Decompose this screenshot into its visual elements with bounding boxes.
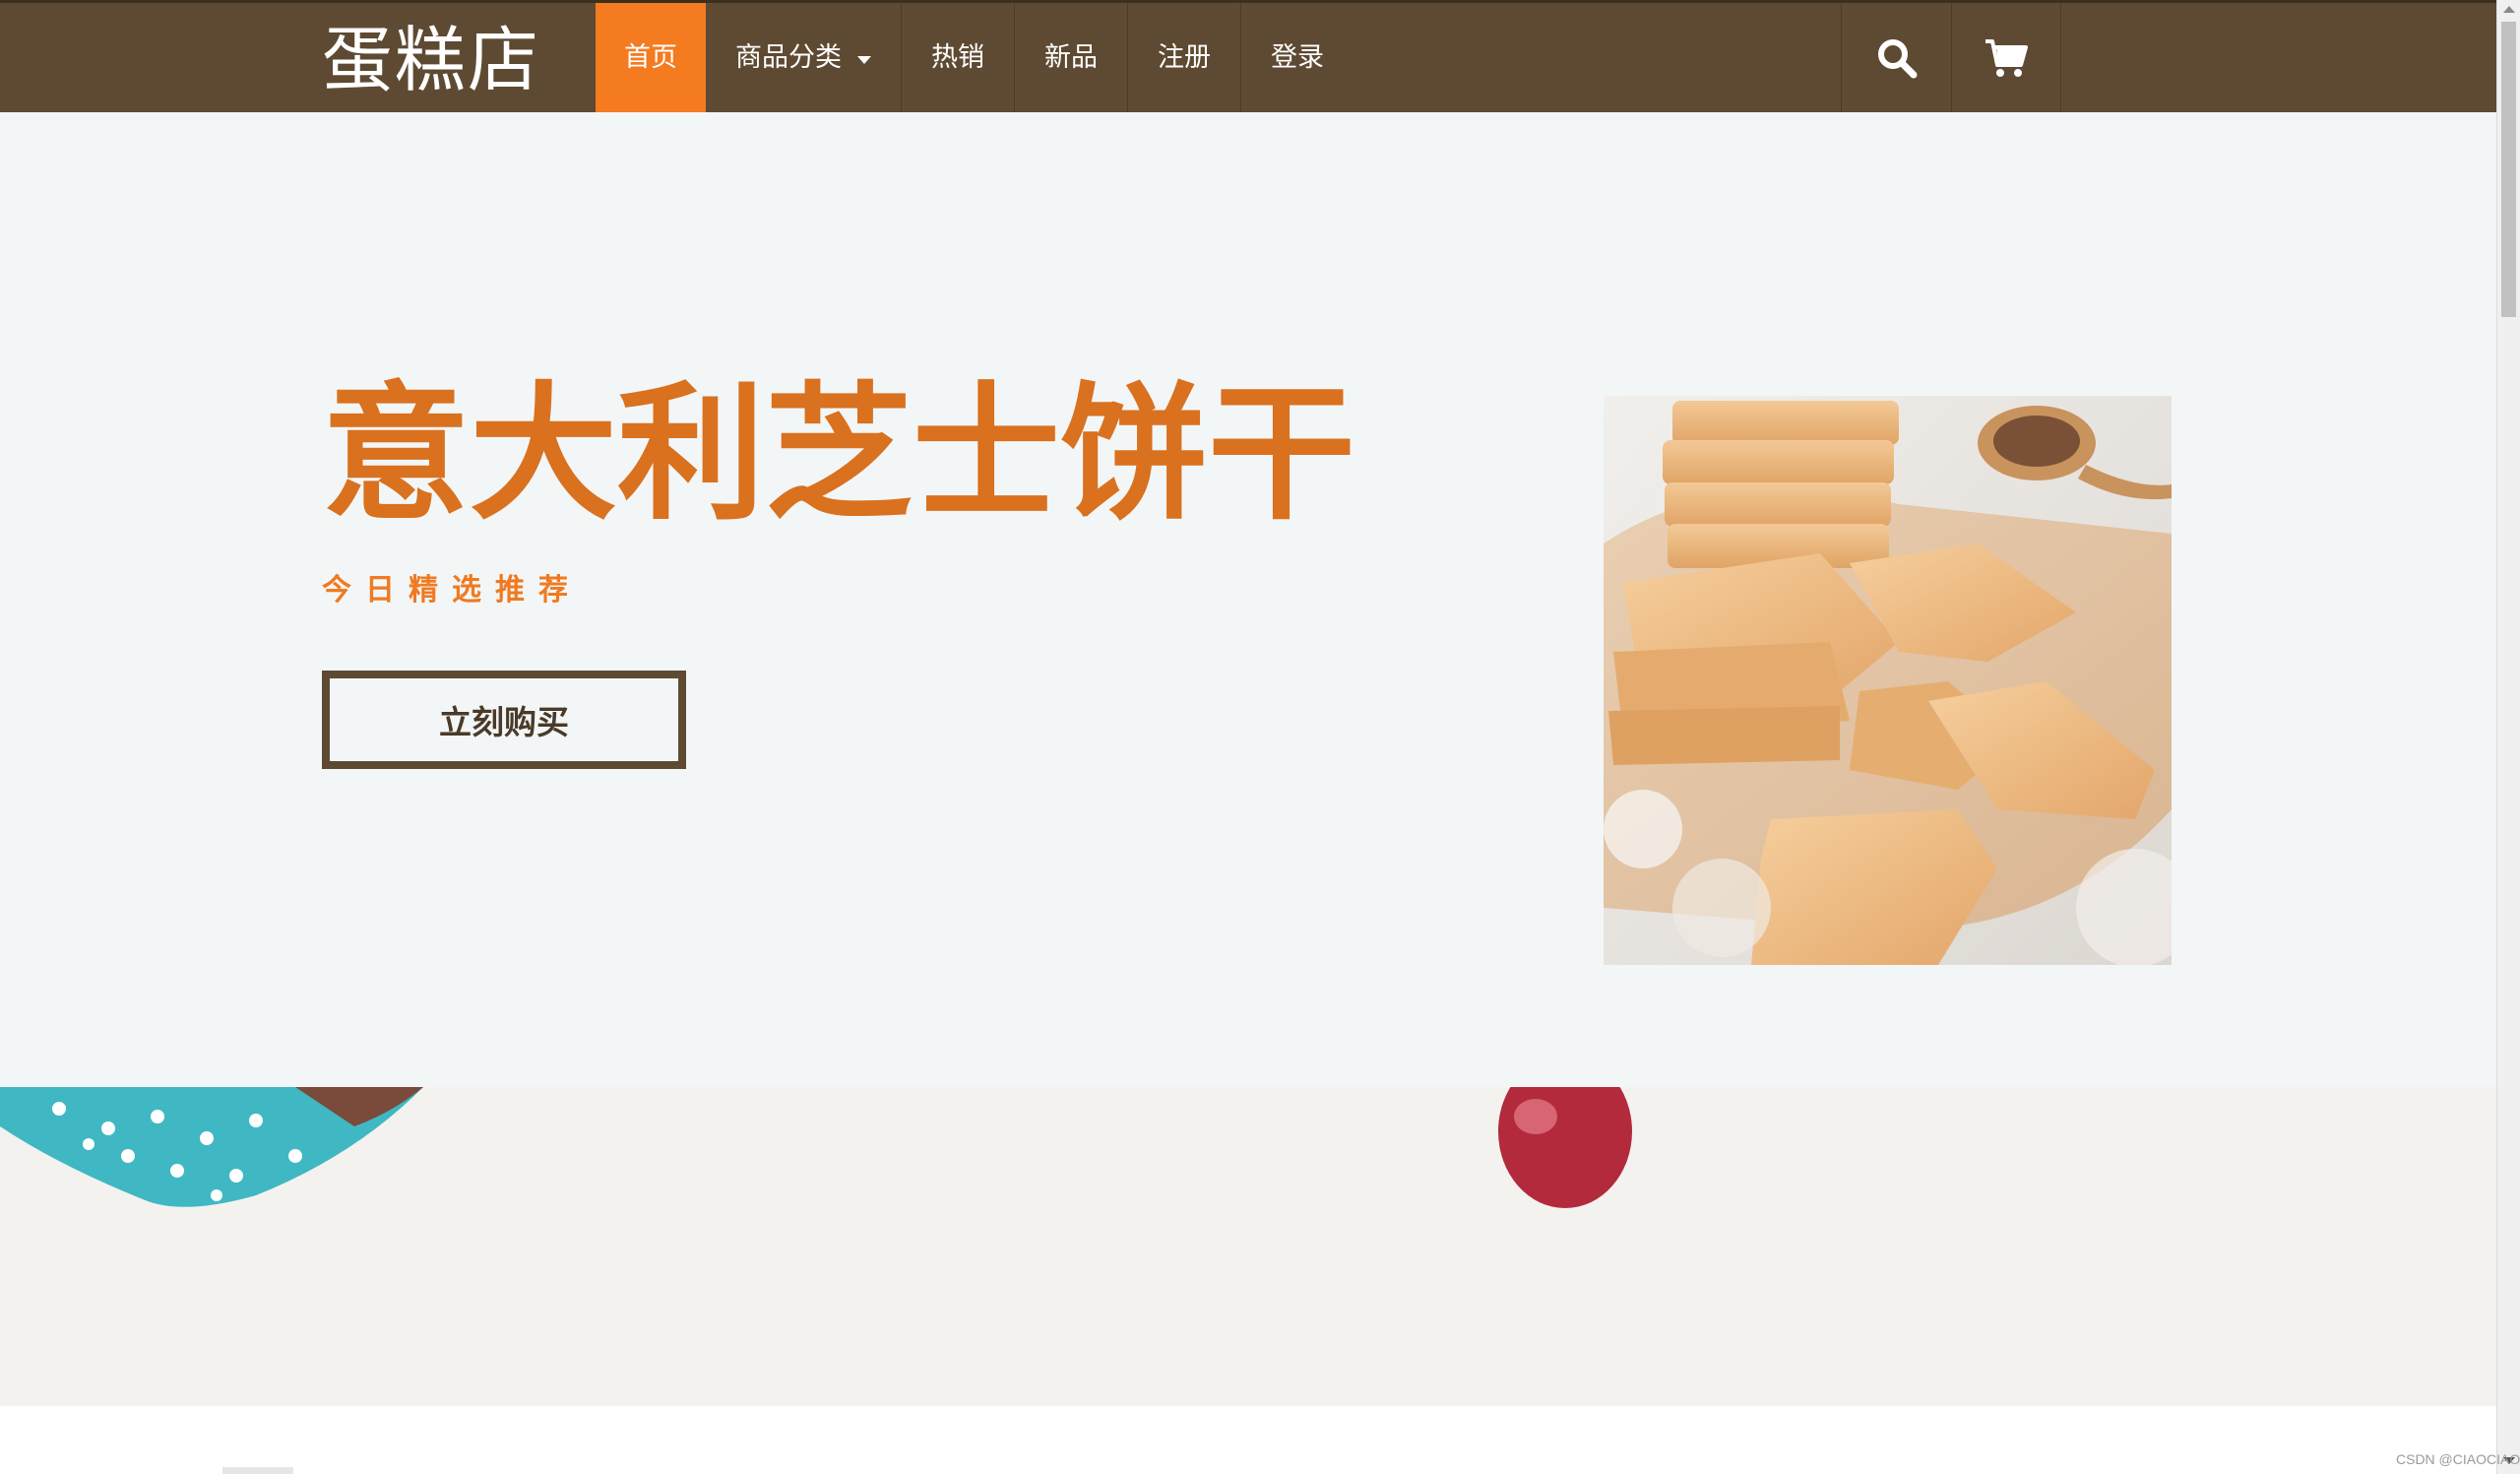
nav-item-label: 商品分类 [735,42,842,73]
nav-item-label: 热销 [931,42,984,73]
navbar: 蛋糕店 首页 商品分类 热销 新品 注册 登录 [0,0,2496,112]
buy-now-button[interactable]: 立刻购买 [322,671,686,769]
nav-item-label: 注册 [1158,42,1211,73]
page: 蛋糕店 首页 商品分类 热销 新品 注册 登录 意大利芝士饼干 今日精选推荐 立… [0,0,2520,1474]
cheese-biscuit-image [1604,396,2172,965]
nav-item-home[interactable]: 首页 [596,3,706,112]
cart-icon [1985,38,2028,77]
scroll-up-icon[interactable] [2503,6,2515,13]
nav-item-hot[interactable]: 热销 [902,3,1015,112]
nav-item-label: 新品 [1044,42,1098,73]
nav-item-new[interactable]: 新品 [1015,3,1128,112]
vertical-scrollbar[interactable] [2496,0,2520,1474]
nav-item-label: 登录 [1271,42,1324,73]
search-button[interactable] [1841,3,1951,112]
main-nav: 首页 商品分类 热销 新品 注册 登录 [596,3,1354,112]
chevron-down-icon [857,55,871,64]
decor-illustration [0,1087,1632,1208]
bottom-tab [222,1467,293,1474]
nav-item-label: 首页 [624,42,677,73]
brand-logo[interactable]: 蛋糕店 [322,11,540,109]
hero-title: 意大利芝士饼干 [322,369,1356,541]
nav-actions [1841,3,2061,112]
nav-item-login[interactable]: 登录 [1241,3,1354,112]
nav-item-categories[interactable]: 商品分类 [706,3,902,112]
nav-item-register[interactable]: 注册 [1128,3,1241,112]
search-icon [1877,38,1917,78]
hero-subtitle: 今日精选推荐 [322,573,582,608]
promo-band [0,1087,2496,1406]
biscuit-illustration [1604,396,2172,965]
watermark: CSDN @CIAOCIAO [2396,1451,2520,1467]
cart-button[interactable] [1951,3,2061,112]
scroll-thumb[interactable] [2501,22,2516,317]
hero-banner: 意大利芝士饼干 今日精选推荐 立刻购买 [0,112,2496,1087]
